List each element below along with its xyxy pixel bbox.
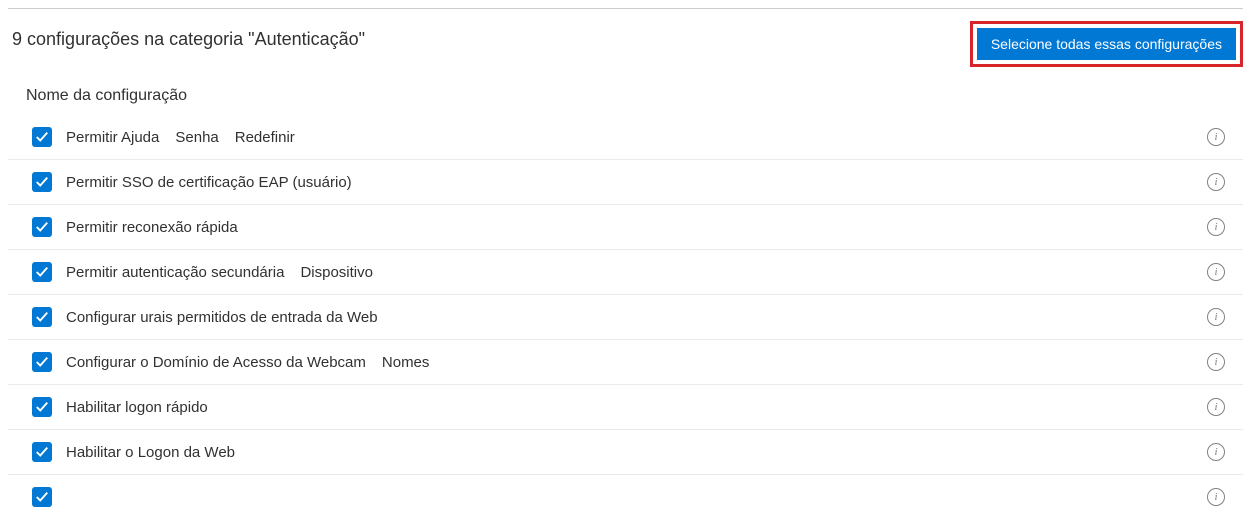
check-icon xyxy=(35,355,49,369)
setting-label: Configurar urais permitidos de entrada d… xyxy=(66,309,378,326)
check-icon xyxy=(35,400,49,414)
checkbox-checked[interactable] xyxy=(32,487,52,507)
setting-label: Habilitar o Logon da Web xyxy=(66,444,235,461)
check-icon xyxy=(35,265,49,279)
check-icon xyxy=(35,175,49,189)
settings-count: 9 xyxy=(12,29,22,49)
check-icon xyxy=(35,220,49,234)
setting-label: Permitir reconexão rápida xyxy=(66,219,238,236)
setting-row[interactable]: Permitir autenticação secundária Disposi… xyxy=(8,250,1243,295)
setting-row[interactable]: Permitir SSO de certificação EAP (usuári… xyxy=(8,160,1243,205)
setting-row[interactable]: Habilitar o Logon da Web i xyxy=(8,430,1243,475)
setting-label: Permitir SSO de certificação EAP (usuári… xyxy=(66,174,352,191)
setting-row[interactable]: Permitir Ajuda Senha Redefinir i xyxy=(8,115,1243,160)
info-icon[interactable]: i xyxy=(1207,353,1225,371)
setting-label: Habilitar logon rápido xyxy=(66,399,208,416)
setting-label-extra: Nomes xyxy=(382,354,430,371)
checkbox-checked[interactable] xyxy=(32,397,52,417)
setting-row[interactable]: Habilitar logon rápido i xyxy=(8,385,1243,430)
column-header-name: Nome da configuração xyxy=(8,67,1243,115)
setting-row[interactable]: Permitir reconexão rápida i xyxy=(8,205,1243,250)
check-icon xyxy=(35,130,49,144)
info-icon[interactable]: i xyxy=(1207,488,1225,506)
info-icon[interactable]: i xyxy=(1207,398,1225,416)
setting-label: Permitir Ajuda xyxy=(66,129,159,146)
setting-label: Configurar o Domínio de Acesso da Webcam xyxy=(66,354,366,371)
checkbox-checked[interactable] xyxy=(32,172,52,192)
check-icon xyxy=(35,445,49,459)
check-icon xyxy=(35,310,49,324)
info-icon[interactable]: i xyxy=(1207,308,1225,326)
check-icon xyxy=(35,490,49,504)
select-all-button[interactable]: Selecione todas essas configurações xyxy=(977,28,1236,60)
checkbox-checked[interactable] xyxy=(32,217,52,237)
checkbox-checked[interactable] xyxy=(32,262,52,282)
settings-list[interactable]: Permitir Ajuda Senha Redefinir i Permiti… xyxy=(8,115,1243,507)
select-all-highlight: Selecione todas essas configurações xyxy=(970,21,1243,67)
setting-label-extra: Senha xyxy=(175,129,218,146)
checkbox-checked[interactable] xyxy=(32,307,52,327)
setting-row[interactable]: Configurar urais permitidos de entrada d… xyxy=(8,295,1243,340)
setting-row[interactable]: i xyxy=(8,475,1243,507)
setting-row[interactable]: Configurar o Domínio de Acesso da Webcam… xyxy=(8,340,1243,385)
info-icon[interactable]: i xyxy=(1207,443,1225,461)
category-heading: 9 configurações na categoria "Autenticaç… xyxy=(12,29,365,50)
info-icon[interactable]: i xyxy=(1207,173,1225,191)
info-icon[interactable]: i xyxy=(1207,218,1225,236)
setting-label-extra2: Redefinir xyxy=(235,129,295,146)
checkbox-checked[interactable] xyxy=(32,127,52,147)
info-icon[interactable]: i xyxy=(1207,263,1225,281)
checkbox-checked[interactable] xyxy=(32,352,52,372)
setting-label: Permitir autenticação secundária xyxy=(66,264,284,281)
setting-label-extra: Dispositivo xyxy=(300,264,373,281)
checkbox-checked[interactable] xyxy=(32,442,52,462)
category-text: configurações na categoria "Autenticação… xyxy=(27,29,365,49)
info-icon[interactable]: i xyxy=(1207,128,1225,146)
